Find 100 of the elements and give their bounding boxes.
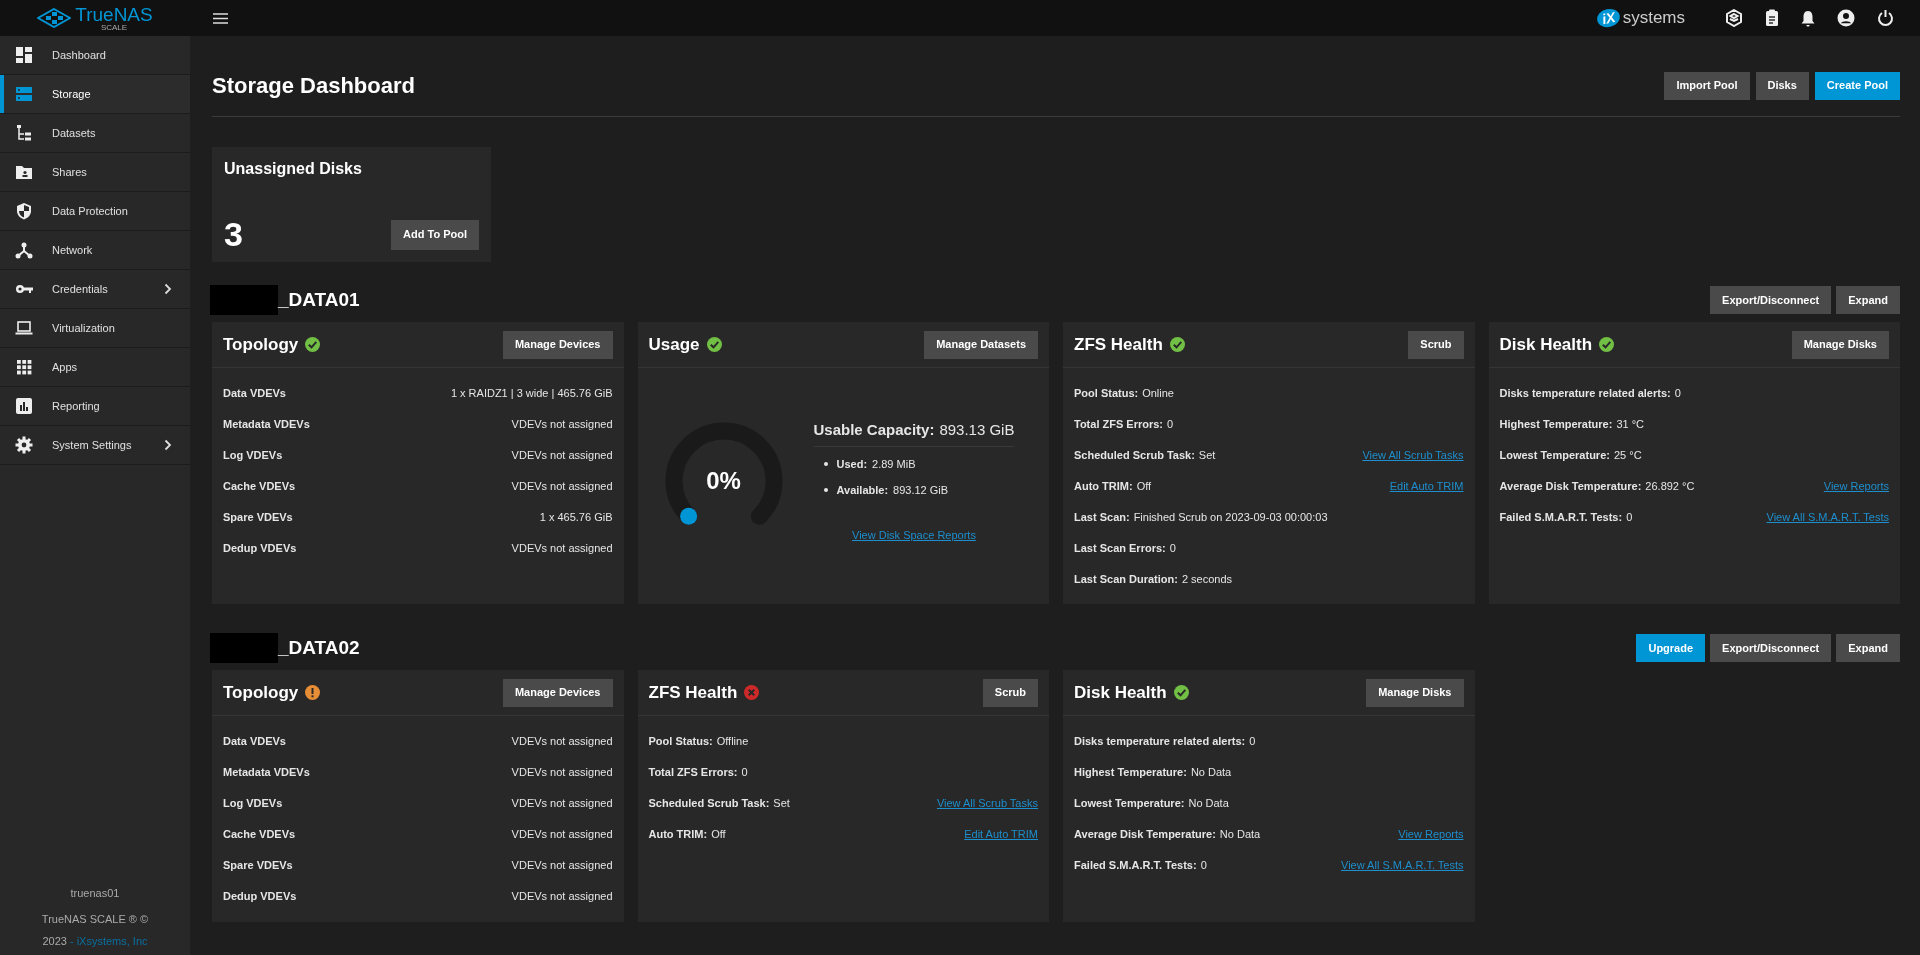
row-value: VDEVs not assigned	[511, 827, 613, 843]
row-label: Scheduled Scrub Task:	[648, 796, 770, 812]
card-title: Topology	[223, 333, 299, 356]
card-button[interactable]: Manage Datasets	[924, 330, 1038, 359]
card-button[interactable]: Manage Disks	[1791, 330, 1889, 359]
sidebar-item[interactable]: Virtualization	[0, 309, 190, 348]
row-value: Off	[711, 827, 726, 843]
row-label: Lowest Temperature:	[1074, 796, 1185, 812]
link[interactable]: View All Scrub Tasks	[1362, 447, 1464, 464]
card-button[interactable]: Manage Devices	[502, 330, 613, 359]
row-value: 25 °C	[1613, 448, 1642, 464]
pool-name: _DATA01	[278, 287, 360, 312]
row-label: Dedup VDEVs	[223, 541, 297, 557]
row-label: Last Scan:	[1074, 510, 1130, 526]
add-to-pool-button[interactable]: Add To Pool	[391, 219, 479, 250]
row-value: 31 °C	[1616, 417, 1644, 433]
row-label: Spare VDEVs	[223, 858, 293, 874]
tree-icon	[15, 124, 33, 142]
link[interactable]: View All S.M.A.R.T. Tests	[1766, 509, 1889, 526]
folder-icon	[15, 163, 33, 181]
pool-action-button[interactable]: Expand	[1836, 286, 1900, 314]
row-value: 0	[741, 765, 748, 781]
dashboard-icon	[15, 46, 33, 64]
check-circle-icon	[1173, 685, 1189, 700]
link[interactable]: View All Scrub Tasks	[936, 795, 1038, 812]
gauge-percent: 0%	[706, 466, 741, 496]
pool-action-button[interactable]: Export/Disconnect	[1710, 286, 1832, 314]
item-label: Used:	[836, 456, 868, 472]
link[interactable]: Edit Auto TRIM	[1389, 478, 1464, 495]
clipboard-icon[interactable]	[1765, 9, 1779, 27]
link[interactable]: Edit Auto TRIM	[964, 826, 1038, 843]
copyright-text: TrueNAS SCALE ® ©	[41, 912, 149, 927]
row-label: Last Scan Duration:	[1074, 572, 1178, 588]
pool-action-button[interactable]: Expand	[1836, 634, 1900, 662]
row-value: Online	[1142, 386, 1174, 402]
year-text: 2023	[42, 933, 67, 949]
card-button[interactable]: Scrub	[1408, 330, 1464, 359]
row-label: Disks temperature related alerts:	[1499, 386, 1671, 402]
row-value: Set	[1198, 448, 1216, 464]
gauge-start-dot	[679, 507, 697, 525]
row-label: Metadata VDEVs	[223, 765, 310, 781]
action-button[interactable]: Disks	[1755, 71, 1809, 100]
sidebar-item[interactable]: Reporting	[0, 387, 190, 426]
card-title: Disk Health	[1074, 681, 1167, 704]
sidebar-item[interactable]: Credentials	[0, 270, 190, 309]
sidebar-item[interactable]: Datasets	[0, 114, 190, 153]
item-value: 893.12 GiB	[893, 483, 949, 498]
user-icon[interactable]	[1837, 9, 1855, 27]
card-button[interactable]: Manage Devices	[502, 678, 613, 707]
row-value: VDEVs not assigned	[511, 796, 613, 812]
pool-name: _DATA02	[278, 635, 360, 660]
link[interactable]: View Disk Space Reports	[852, 526, 976, 543]
laptop-icon	[15, 319, 33, 337]
sidebar-item[interactable]: Apps	[0, 348, 190, 387]
capacity-label: Usable Capacity:	[813, 420, 935, 440]
row-label: Average Disk Temperature:	[1499, 479, 1642, 495]
menu-icon[interactable]	[213, 12, 228, 24]
card-button[interactable]: Manage Disks	[1366, 678, 1464, 707]
row-label: Failed S.M.A.R.T. Tests:	[1499, 510, 1623, 526]
row-label: Total ZFS Errors:	[1074, 417, 1164, 433]
link[interactable]: View Reports	[1823, 478, 1889, 495]
row-value: Off	[1136, 479, 1152, 495]
sidebar-item[interactable]: Data Protection	[0, 192, 190, 231]
row-value: Offline	[716, 734, 749, 750]
row-label: Pool Status:	[648, 734, 713, 750]
row-label: Disks temperature related alerts:	[1074, 734, 1246, 750]
row-label: Average Disk Temperature:	[1074, 827, 1216, 843]
row-value: No Data	[1219, 827, 1261, 843]
sidebar-item[interactable]: Network	[0, 231, 190, 270]
row-value: 0	[1249, 734, 1256, 750]
page-title: Storage Dashboard	[212, 72, 415, 100]
card-title: Disk Health	[1499, 333, 1593, 356]
sidebar-item[interactable]: Storage	[0, 75, 190, 114]
power-icon[interactable]	[1877, 9, 1894, 27]
vendor-logo-text: systems	[1622, 7, 1685, 30]
sidebar-item[interactable]: System Settings	[0, 426, 190, 465]
logo-subtitle: SCALE	[100, 23, 128, 32]
card-button[interactable]: Scrub	[982, 678, 1038, 707]
item-value: 2.89 MiB	[872, 456, 916, 472]
link[interactable]: View Reports	[1398, 826, 1464, 843]
row-value: VDEVs not assigned	[511, 448, 613, 464]
row-value: 0	[1626, 510, 1633, 526]
row-label: Scheduled Scrub Task:	[1074, 448, 1195, 464]
row-value: VDEVs not assigned	[511, 479, 613, 495]
warning-circle-icon	[305, 685, 321, 700]
row-label: Spare VDEVs	[223, 510, 293, 526]
pool-action-button[interactable]: Export/Disconnect	[1710, 634, 1832, 662]
error-circle-icon	[744, 685, 760, 700]
link[interactable]: View All S.M.A.R.T. Tests	[1341, 857, 1464, 874]
check-circle-icon	[706, 337, 722, 352]
sidebar-item[interactable]: Shares	[0, 153, 190, 192]
row-value: 1 x 465.76 GiB	[539, 510, 613, 526]
logo-icon	[37, 8, 72, 28]
check-circle-icon	[1599, 337, 1615, 352]
capacity-value: 893.13 GiB	[939, 420, 1015, 440]
cube-icon[interactable]	[1725, 9, 1743, 27]
row-label: Highest Temperature:	[1074, 765, 1187, 781]
row-label: Highest Temperature:	[1499, 417, 1613, 433]
action-button[interactable]: Import Pool	[1664, 71, 1750, 100]
bell-icon[interactable]	[1801, 9, 1815, 27]
